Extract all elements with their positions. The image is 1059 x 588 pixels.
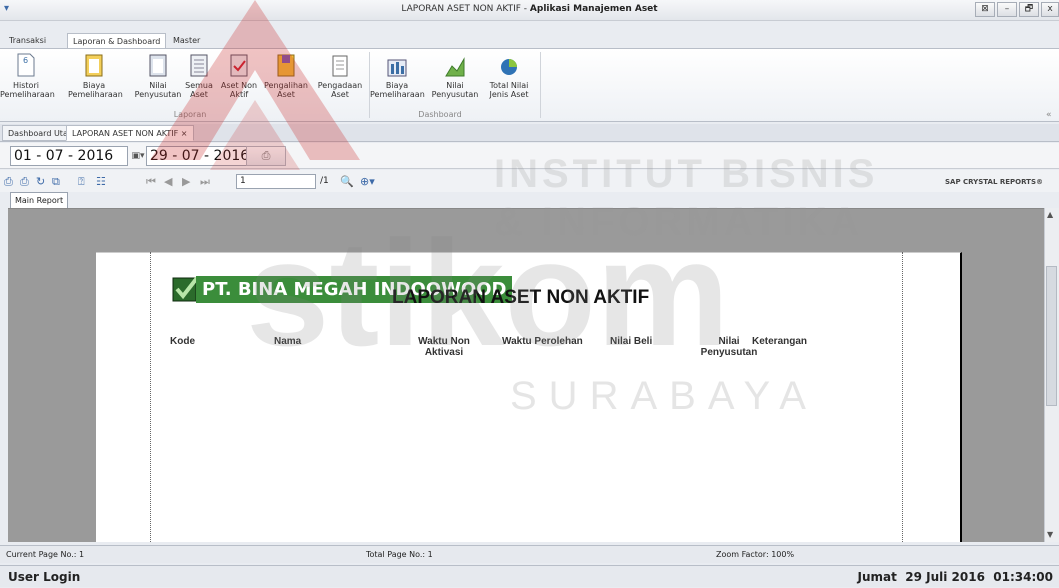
status-bar xyxy=(0,545,1059,563)
pie-chart-icon xyxy=(501,59,517,75)
toggle-parameters-icon[interactable]: ⍰ xyxy=(78,175,85,189)
group-tree-icon[interactable]: ☷ xyxy=(96,175,106,188)
total-page-status: Total Page No.: 1 xyxy=(366,550,433,559)
history-report-icon: 6 xyxy=(17,53,35,77)
area-chart-icon xyxy=(445,57,465,77)
refresh-icon[interactable]: ↻ xyxy=(36,175,45,188)
scrollbar-thumb[interactable] xyxy=(1046,266,1057,406)
tab-transaksi[interactable]: Transaksi xyxy=(4,33,51,48)
next-page-icon[interactable]: ▶ xyxy=(182,175,190,188)
margin-guide xyxy=(150,252,151,542)
print-icon[interactable]: ⎙ xyxy=(20,175,29,189)
print-preview-button[interactable]: ⎙ xyxy=(246,146,286,166)
scroll-down-icon[interactable]: ▼ xyxy=(1047,530,1053,539)
biaya-pemeliharaan-button[interactable]: Biaya Pemeliharaan xyxy=(68,52,123,99)
tab-laporan-dashboard[interactable]: Laporan & Dashboard xyxy=(67,33,167,49)
column-header-kode: Kode xyxy=(170,336,195,347)
close-button[interactable]: x xyxy=(1041,2,1059,17)
group-label-laporan: Laporan xyxy=(173,110,207,119)
ribbon-toggle-button[interactable]: ⊠ xyxy=(975,2,995,17)
pengalihan-aset-button[interactable]: Pengalihan Aset xyxy=(258,52,314,99)
calendar-dropdown-icon[interactable]: ▣▾ xyxy=(130,148,146,164)
last-page-icon[interactable]: ⏭ xyxy=(200,175,210,189)
all-assets-icon xyxy=(190,54,208,77)
scroll-up-icon[interactable]: ▲ xyxy=(1047,210,1053,219)
column-header-waktu-non-aktivasi: Waktu Non Aktivasi xyxy=(418,336,470,358)
svg-text:6: 6 xyxy=(23,56,28,65)
histori-pemeliharaan-button[interactable]: 6 Histori Pemeliharaan xyxy=(0,52,55,99)
date-to-input[interactable]: 29 - 07 - 2016 xyxy=(146,146,254,166)
maintenance-cost-icon xyxy=(85,54,103,77)
current-page-status: Current Page No.: 1 xyxy=(6,550,85,559)
report-title: LAPORAN ASET NON AKTIF xyxy=(392,287,650,308)
tab-master[interactable]: Master xyxy=(168,33,205,48)
datetime-label: Jumat 29 Juli 2016 01:34:00 xyxy=(857,570,1053,584)
find-icon[interactable]: 🔍 xyxy=(340,175,354,188)
collapse-ribbon-icon[interactable]: « xyxy=(1046,110,1052,120)
margin-guide xyxy=(902,252,903,542)
page-total-label: /1 xyxy=(320,176,329,186)
dashboard-nilai-penyusutan-button[interactable]: Nilai Penyusutan xyxy=(428,52,482,99)
main-report-tab[interactable]: Main Report xyxy=(10,192,69,208)
tab-laporan-aset-non-aktif[interactable]: LAPORAN ASET NON AKTIF × xyxy=(66,125,194,141)
inactive-asset-icon xyxy=(230,54,248,77)
column-header-nilai-beli: Nilai Beli xyxy=(610,336,653,347)
maximize-button[interactable]: 🗗 xyxy=(1019,2,1039,17)
column-header-waktu-perolehan: Waktu Perolehan xyxy=(502,336,583,347)
dashboard-biaya-pemeliharaan-button[interactable]: Biaya Pemeliharaan xyxy=(370,52,425,99)
minimize-button[interactable]: – xyxy=(997,2,1017,17)
export-icon[interactable]: ⎙ xyxy=(4,175,13,189)
column-header-nama: Nama xyxy=(274,336,302,347)
date-from-input[interactable]: 01 - 07 - 2016 xyxy=(10,146,128,166)
previous-page-icon[interactable]: ◀ xyxy=(164,175,172,188)
zoom-icon[interactable]: ⊕▾ xyxy=(360,175,375,188)
first-page-icon[interactable]: ⏮ xyxy=(146,175,156,189)
dashboard-total-nilai-button[interactable]: Total Nilai Jenis Aset xyxy=(482,52,536,99)
group-separator xyxy=(540,52,541,118)
sap-brand-label: SAP CRYSTAL REPORTS® xyxy=(945,178,1043,186)
zoom-factor-status: Zoom Factor: 100% xyxy=(716,550,795,559)
bar-chart-icon xyxy=(387,59,407,77)
aset-non-aktif-button[interactable]: Aset Non Aktif xyxy=(214,52,264,99)
window-title: LAPORAN ASET NON AKTIF - Aplikasi Manaje… xyxy=(401,4,658,14)
depreciation-report-icon xyxy=(149,54,167,77)
page-number-input[interactable]: 1 xyxy=(236,174,316,189)
asset-transfer-icon xyxy=(277,54,295,77)
asset-procurement-icon xyxy=(332,55,348,77)
copy-icon[interactable]: ⧉ xyxy=(52,175,60,189)
report-toolbar xyxy=(0,170,1059,192)
group-label-dashboard: Dashboard xyxy=(418,110,462,119)
pengadaan-aset-button[interactable]: Pengadaan Aset xyxy=(312,52,368,99)
user-login-label: User Login xyxy=(8,570,81,584)
column-header-keterangan: Keterangan xyxy=(752,336,808,347)
